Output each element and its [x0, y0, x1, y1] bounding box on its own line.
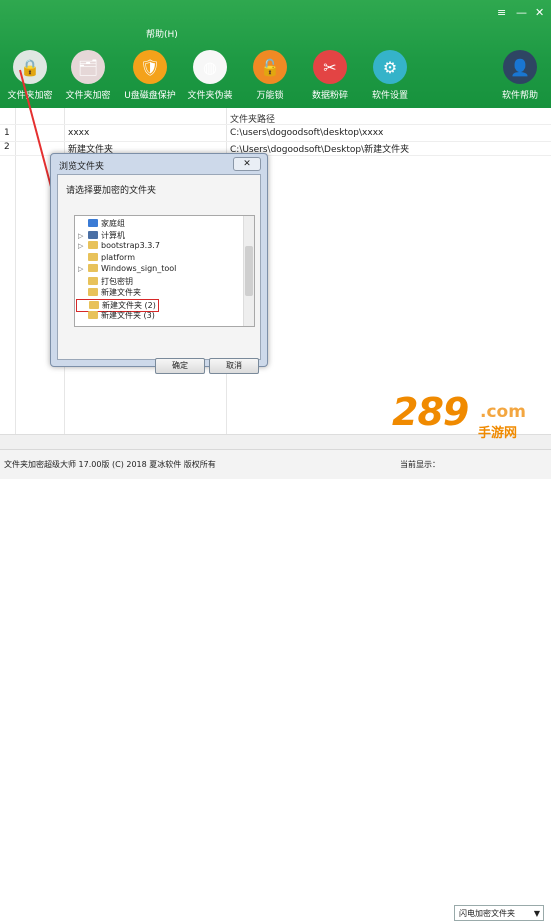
folder-icon [88, 288, 98, 296]
folder-icon [88, 264, 98, 272]
tree-item-label: 新建文件夹 (3) [101, 311, 155, 320]
tree-item[interactable]: ▷ bootstrap3.3.7 [78, 241, 160, 252]
expand-arrow-icon[interactable]: ▷ [78, 265, 88, 273]
tree-item[interactable]: ▷ 计算机 [78, 230, 125, 241]
tree-item-label: 计算机 [101, 230, 125, 240]
ok-button[interactable]: 确定 [155, 358, 205, 374]
dialog-prompt: 请选择要加密的文件夹 [66, 186, 157, 196]
cancel-button[interactable]: 取消 [209, 358, 259, 374]
tree-item-label: 家庭组 [101, 219, 125, 228]
computer-icon [88, 230, 98, 239]
tree-item-label: 新建文件夹 (2) [102, 300, 156, 310]
tree-scrollbar[interactable] [243, 216, 254, 326]
tree-item[interactable]: 新建文件夹 [78, 287, 141, 298]
display-select-value: 闪电加密文件夹 [459, 909, 515, 918]
expand-arrow-icon[interactable]: ▷ [78, 242, 88, 250]
folder-icon [88, 252, 98, 261]
folder-icon [88, 276, 98, 285]
tree-item-label: platform [101, 252, 135, 262]
dialog-title: 浏览文件夹 [59, 162, 105, 172]
tree-item[interactable]: 打包密钥 [78, 276, 133, 287]
chevron-down-icon: ▼ [533, 909, 540, 918]
browse-folder-dialog: 浏览文件夹 ✕ 请选择要加密的文件夹 家庭组 ▷ 计算机 ▷ bootstrap3.3.… [50, 153, 268, 374]
expand-arrow-icon[interactable]: ▷ [78, 232, 88, 240]
tree-item-label: 打包密钥 [101, 276, 133, 286]
homegroup-icon [88, 219, 98, 227]
display-select[interactable]: 闪电加密文件夹 ▼ [454, 905, 544, 921]
tree-item[interactable]: ▷ Windows_sign_tool [78, 264, 176, 275]
tree-item-label: bootstrap3.3.7 [101, 241, 160, 250]
folder-tree[interactable]: 家庭组 ▷ 计算机 ▷ bootstrap3.3.7 platform ▷ Windows_s… [74, 215, 255, 327]
tree-item[interactable]: 家庭组 [78, 218, 125, 229]
tree-item-label: 新建文件夹 [101, 288, 141, 297]
tree-item[interactable]: 新建文件夹 (3) [78, 310, 155, 321]
folder-icon [88, 241, 98, 249]
dialog-close-button[interactable]: ✕ [233, 157, 261, 171]
dialog-body: 请选择要加密的文件夹 家庭组 ▷ 计算机 ▷ bootstrap3.3.7 platfor… [57, 174, 261, 374]
tree-item-label: Windows_sign_tool [101, 264, 177, 273]
tree-scroll-thumb[interactable] [245, 246, 253, 296]
tree-item[interactable]: platform [78, 252, 135, 264]
folder-icon [88, 311, 98, 319]
folder-icon [89, 300, 99, 309]
